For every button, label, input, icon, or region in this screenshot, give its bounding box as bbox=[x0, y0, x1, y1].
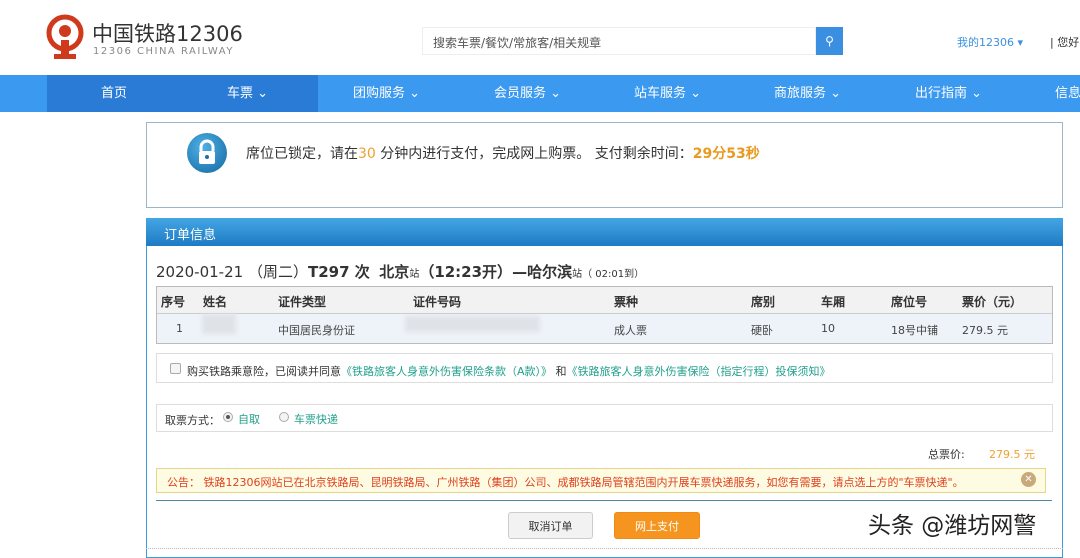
id-redacted bbox=[405, 316, 540, 332]
nav-info[interactable]: 信息 bbox=[1055, 75, 1080, 112]
col-seat: 席位号 bbox=[891, 295, 928, 309]
logo-subtitle: 12306 CHINA RAILWAY bbox=[93, 46, 234, 57]
close-icon[interactable]: ✕ bbox=[1021, 472, 1036, 487]
cell-car: 10 bbox=[821, 322, 835, 335]
pickup-express-radio[interactable] bbox=[279, 412, 289, 422]
cell-seat: 18号中铺 bbox=[891, 324, 938, 337]
nav-member[interactable]: 会员服务 ⌄ bbox=[494, 75, 561, 112]
pickup-self-radio[interactable] bbox=[223, 412, 233, 422]
insurance-text: 购买铁路乘意险，已阅读并同意《铁路旅客人身意外伤害保险条款（A款）》 和《铁路旅… bbox=[187, 365, 831, 378]
pay-online-button[interactable]: 网上支付 bbox=[614, 512, 700, 539]
search-icon: ⚲ bbox=[825, 34, 834, 48]
nav-group[interactable]: 团购服务 ⌄ bbox=[353, 75, 420, 112]
col-car: 车厢 bbox=[821, 295, 846, 309]
cell-seat-class: 硬卧 bbox=[751, 324, 773, 337]
col-id-type: 证件类型 bbox=[278, 295, 327, 309]
total-label: 总票价: bbox=[928, 448, 965, 461]
train-info: 2020-01-21 （周二）T297 次 北京站（12:23开）—哈尔滨站（ … bbox=[156, 263, 645, 281]
insurance-checkbox[interactable] bbox=[170, 363, 181, 374]
pickup-label: 取票方式： bbox=[165, 414, 220, 427]
total-value: 279.5 元 bbox=[989, 448, 1035, 461]
cell-no: 1 bbox=[176, 322, 183, 335]
lock-message: 席位已锁定，请在30 分钟内进行支付，完成网上购票。 支付剩余时间：29分53秒 bbox=[246, 146, 760, 162]
search-button[interactable]: ⚲ bbox=[816, 27, 843, 55]
cell-ticket-type: 成人票 bbox=[614, 324, 647, 337]
insurance-terms-link[interactable]: 《铁路旅客人身意外伤害保险条款（A款）》 bbox=[341, 365, 552, 378]
watermark: 头条 @潍坊网警 bbox=[868, 513, 1037, 539]
pickup-self-label[interactable]: 自取 bbox=[238, 411, 260, 427]
nav-home[interactable]: 首页 bbox=[101, 75, 127, 112]
nav-guide[interactable]: 出行指南 ⌄ bbox=[915, 75, 982, 112]
logo-title: 中国铁路12306 bbox=[92, 22, 243, 46]
cell-price: 279.5 元 bbox=[962, 324, 1008, 337]
search-input[interactable]: 搜索车票/餐饮/常旅客/相关规章 bbox=[422, 27, 816, 55]
name-redacted bbox=[202, 314, 236, 334]
lock-panel bbox=[146, 122, 1063, 208]
cell-id-type: 中国居民身份证 bbox=[278, 324, 355, 337]
col-id-no: 证件号码 bbox=[413, 295, 462, 309]
pickup-box bbox=[156, 404, 1053, 432]
lock-icon bbox=[187, 133, 227, 173]
nav-tickets[interactable]: 车票 ⌄ bbox=[227, 75, 268, 112]
pickup-express-label[interactable]: 车票快递 bbox=[294, 411, 338, 427]
dotted-divider bbox=[146, 548, 1063, 549]
nav-business[interactable]: 商旅服务 ⌄ bbox=[774, 75, 841, 112]
nav-active-bg bbox=[47, 75, 318, 112]
col-price: 票价（元） bbox=[962, 295, 1023, 309]
order-panel-title: 订单信息 bbox=[146, 218, 1063, 246]
notice-banner: 公告： 铁路12306网站已在北京铁路局、昆明铁路局、广州铁路（集团）公司、成都… bbox=[156, 468, 1046, 493]
remaining-time: 29分53秒 bbox=[692, 146, 760, 162]
cancel-order-button[interactable]: 取消订单 bbox=[508, 512, 593, 539]
col-ticket-type: 票种 bbox=[614, 295, 639, 309]
divider bbox=[156, 500, 1052, 501]
insurance-notice-link[interactable]: 《铁路旅客人身意外伤害保险（指定行程）投保须知》 bbox=[567, 365, 831, 378]
col-no: 序号 bbox=[161, 295, 186, 309]
railway-logo-icon bbox=[46, 14, 84, 59]
my12306-link[interactable]: 我的12306 ▾ bbox=[957, 34, 1023, 50]
nav-station[interactable]: 站车服务 ⌄ bbox=[634, 75, 701, 112]
pay-minutes: 30 bbox=[358, 146, 376, 162]
col-name: 姓名 bbox=[203, 295, 228, 309]
col-seat-class: 席别 bbox=[751, 295, 776, 309]
greeting: | 您好， bbox=[1050, 36, 1080, 49]
